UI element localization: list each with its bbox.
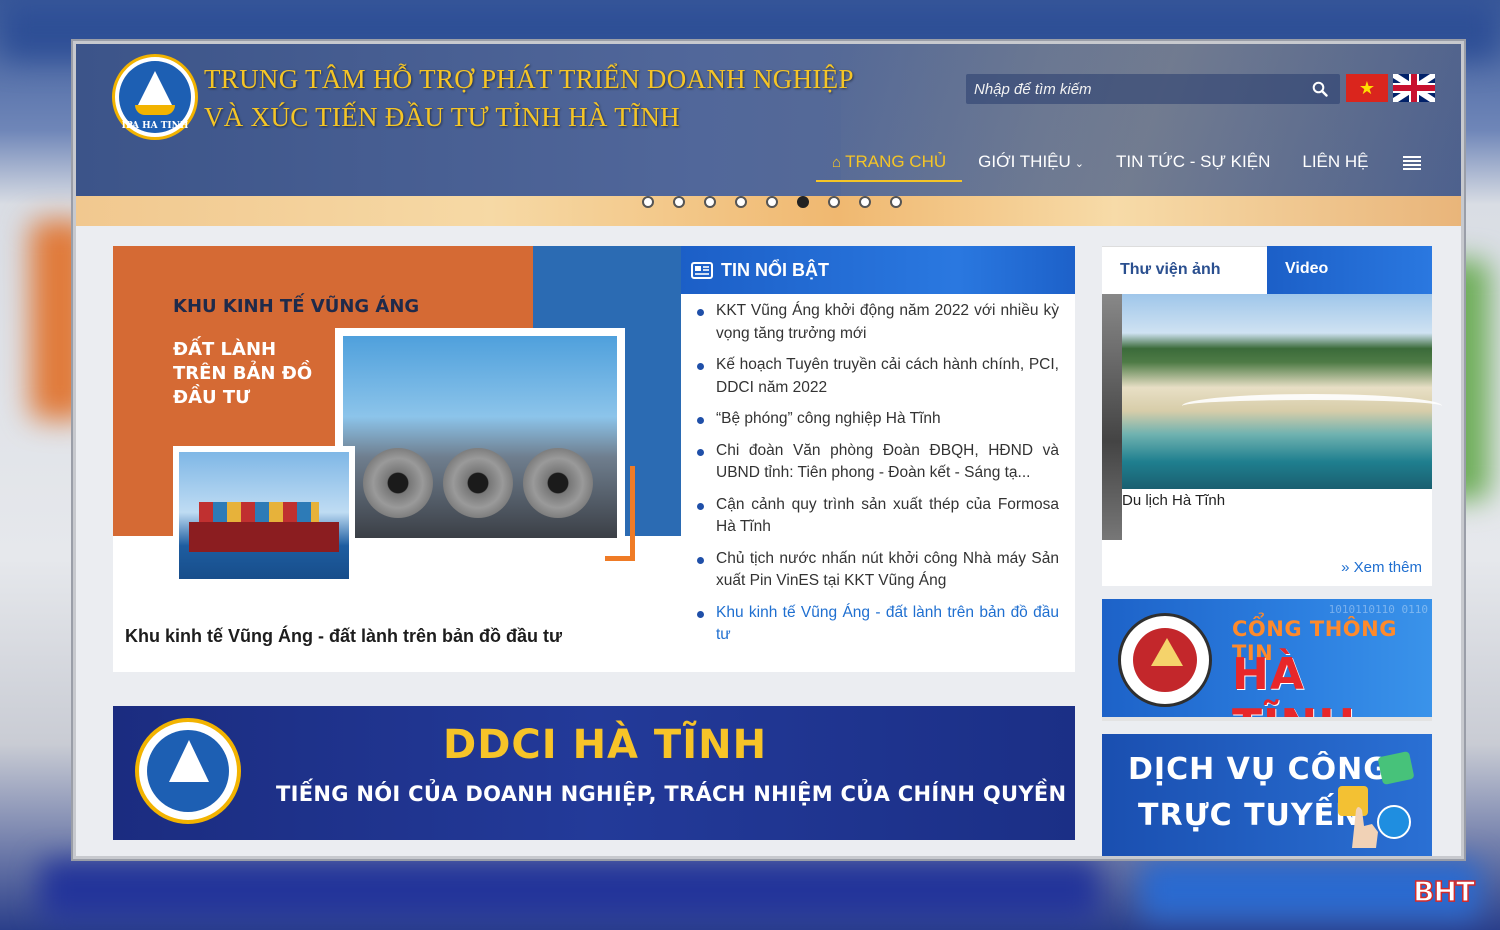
nav-label: TRANG CHỦ [845,152,947,171]
bullet-icon [697,502,704,510]
slider-dot[interactable] [735,196,747,208]
media-library: Thư viện ảnh Video Du lịch Hà Tĩnh » Xem… [1102,246,1442,586]
binary-decoration: 1010110110 0110 [1328,603,1428,616]
slider-dot[interactable] [890,196,902,208]
image-accent-line [605,466,635,561]
bullet-icon [697,417,704,424]
portal-banner[interactable]: 1010110110 0110 CỔNG THÔNG TIN HÀ TĨNH [1102,599,1432,721]
touch-hand-icon [1338,751,1414,848]
image-heading: KHU KINH TẾ VŨNG ÁNG [173,296,420,317]
news-item-text: KKT Vũng Áng khởi động năm 2022 với nhiề… [716,302,1059,342]
beach-photo[interactable] [1122,294,1442,489]
steel-coil-icon [443,448,513,518]
ddci-banner[interactable]: DDCI HÀ TĨNH TIẾNG NÓI CỦA DOANH NGHIỆP,… [113,706,1075,840]
ha-tinh-emblem-icon [1118,613,1212,707]
bullet-icon [697,556,704,564]
ship-hull-icon [189,522,339,552]
site-header: IPA HA TINH TRUNG TÂM HỖ TRỢ PHÁT TRIỂN … [76,44,1461,196]
nav-label: LIÊN HỆ [1302,152,1369,171]
news-item-active[interactable]: Khu kinh tế Vũng Áng - đất lành trên bản… [697,602,1059,647]
containers-icon [199,502,319,522]
background-blob [40,860,1100,920]
bullet-icon [697,309,704,316]
featured-article[interactable]: KHU KINH TẾ VŨNG ÁNG ĐẤT LÀNH TRÊN BẢN Đ… [113,246,681,672]
bullet-icon [697,448,704,456]
home-icon: ⌂ [832,154,842,171]
bullet-icon [697,610,704,618]
hamburger-menu-icon[interactable] [1402,156,1423,170]
port-cranes-photo [335,328,625,546]
main-nav: ⌂ TRANG CHỦ GIỚI THIỆU ⌄ TIN TỨC - SỰ KIỆN… [816,144,1423,182]
steel-coil-icon [523,448,593,518]
news-item[interactable]: Chủ tịch nước nhấn nút khởi công Nhà máy… [697,548,1059,593]
search-input[interactable] [974,74,1294,104]
news-item-text: Cận cảnh quy trình sản xuất thép của For… [716,495,1059,536]
featured-image[interactable]: KHU KINH TẾ VŨNG ÁNG ĐẤT LÀNH TRÊN BẢN Đ… [113,246,681,579]
hot-news-panel: TIN NỔI BẬT KKT Vũng Áng khởi động năm 2… [681,246,1075,672]
hot-news-header: TIN NỔI BẬT [681,246,1075,294]
slider-dot-active[interactable] [797,196,809,208]
chevron-down-icon: ⌄ [1074,158,1085,170]
slider-dot[interactable] [766,196,778,208]
news-item[interactable]: Cận cảnh quy trình sản xuất thép của For… [697,494,1059,539]
news-item-text: Kế hoạch Tuyên truyền cải cách hành chín… [716,356,1059,396]
site-title[interactable]: TRUNG TÂM HỖ TRỢ PHÁT TRIỂN DOANH NGHIỆP… [204,60,854,136]
news-item[interactable]: Chi đoàn Văn phòng Đoàn ĐBQH, HĐND và UB… [697,440,1059,485]
hot-news-list: KKT Vũng Áng khởi động năm 2022 với nhiề… [681,294,1075,647]
nav-label: TIN TỨC - SỰ KIỆN [1116,152,1271,171]
news-item-text: Khu kinh tế Vũng Áng - đất lành trên bản… [716,603,1059,644]
bullet-icon [697,363,704,370]
site-title-line2: VÀ XÚC TIẾN ĐẦU TƯ TỈNH HÀ TĨNH [204,102,680,132]
cargo-ship-photo [173,446,355,579]
ddci-subtitle: TIẾNG NÓI CỦA DOANH NGHIỆP, TRÁCH NHIỆM … [276,782,1067,806]
slider-dot[interactable] [704,196,716,208]
logo-text: IPA HA TINH [121,121,189,131]
see-more-link[interactable]: » Xem thêm [1341,559,1422,576]
bht-watermark: BHT [1412,874,1475,909]
nav-label: GIỚI THIỆU [978,152,1071,171]
wave-shape [1182,394,1442,418]
ddci-title: DDCI HÀ TĨNH [443,722,768,768]
steel-coil-icon [363,448,433,518]
hot-news-title: TIN NỔI BẬT [721,259,829,280]
image-subheading-line: ĐẤT LÀNH [173,339,277,360]
photo-caption[interactable]: Du lịch Hà Tĩnh [1122,492,1225,509]
nav-item-news[interactable]: TIN TỨC - SỰ KIỆN [1100,144,1286,182]
tab-video[interactable]: Video [1267,246,1432,294]
english-flag-icon[interactable] [1393,74,1435,102]
slider-dot[interactable] [859,196,871,208]
ipa-logo[interactable]: IPA HA TINH [112,54,198,140]
previous-photo-edge[interactable] [1102,294,1122,540]
news-item[interactable]: KKT Vũng Áng khởi động năm 2022 với nhiề… [697,300,1059,345]
ipa-logo-icon [135,718,241,824]
featured-caption[interactable]: Khu kinh tế Vũng Áng - đất lành trên bản… [125,626,562,647]
search-icon[interactable] [1312,81,1328,97]
website-screenshot: IPA HA TINH TRUNG TÂM HỖ TRỢ PHÁT TRIỂN … [73,41,1464,859]
site-title-line1: TRUNG TÂM HỖ TRỢ PHÁT TRIỂN DOANH NGHIỆP [204,64,854,94]
service-banner-line2: TRỰC TUYẾN [1138,798,1362,833]
media-tabs: Thư viện ảnh Video [1102,246,1432,294]
slider-dots [642,196,902,208]
slider-dot[interactable] [828,196,840,208]
nav-item-home[interactable]: ⌂ TRANG CHỦ [816,144,963,182]
nav-item-about[interactable]: GIỚI THIỆU ⌄ [962,144,1100,182]
news-item[interactable]: Kế hoạch Tuyên truyền cải cách hành chín… [697,354,1059,399]
online-service-banner[interactable]: DỊCH VỤ CÔNG TRỰC TUYẾN [1102,734,1432,856]
tab-photo-library[interactable]: Thư viện ảnh [1102,246,1267,294]
news-item-text: Chi đoàn Văn phòng Đoàn ĐBQH, HĐND và UB… [716,441,1059,482]
slider-dot[interactable] [673,196,685,208]
image-subheading-line: TRÊN BẢN ĐỒ [173,363,313,384]
news-item[interactable]: “Bệ phóng” công nghiệp Hà Tĩnh [697,408,1059,431]
nav-item-contact[interactable]: LIÊN HỆ [1286,144,1384,182]
newspaper-icon [691,262,713,279]
slider-dot[interactable] [642,196,654,208]
news-item-text: “Bệ phóng” công nghiệp Hà Tĩnh [716,410,941,427]
search-bar [966,74,1340,104]
portal-banner-line2: HÀ TĨNH [1232,649,1355,717]
vietnamese-flag-icon[interactable]: ★ [1346,74,1388,102]
image-subheading: ĐẤT LÀNH TRÊN BẢN ĐỒ ĐẦU TƯ [173,338,312,410]
news-item-text: Chủ tịch nước nhấn nút khởi công Nhà máy… [716,549,1059,590]
image-subheading-line: ĐẦU TƯ [173,387,251,408]
